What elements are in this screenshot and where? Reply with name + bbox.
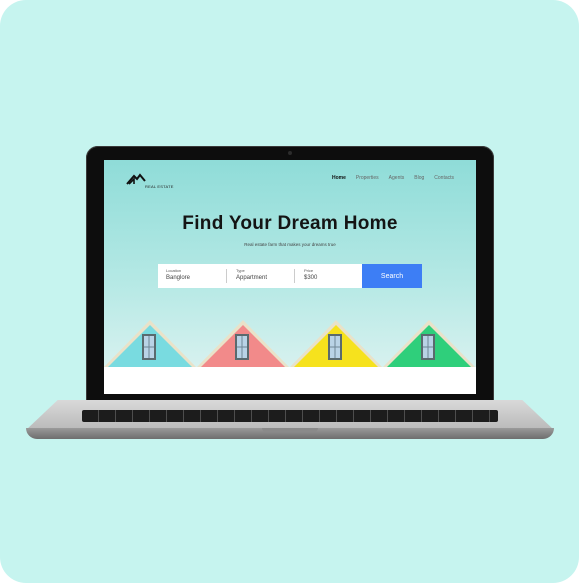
house-logo-icon — [126, 173, 146, 185]
nav-item-home[interactable]: Home — [332, 175, 346, 181]
house-roof-icon — [104, 320, 196, 367]
location-value: Banglore — [166, 275, 191, 281]
logo-text: REAL ESTATE — [145, 184, 174, 189]
price-label: Price — [304, 268, 314, 273]
content-area — [104, 367, 476, 394]
laptop-notch — [262, 428, 318, 432]
nav-item-blog[interactable]: Blog — [414, 175, 424, 181]
type-value: Appartment — [236, 275, 268, 281]
price-value: $300 — [304, 275, 318, 281]
search-bar: Location Banglore Type Appartment Price … — [158, 264, 362, 288]
house-roof-icon — [197, 320, 289, 367]
site-logo[interactable]: REAL ESTATE — [126, 170, 186, 194]
field-divider — [294, 269, 295, 283]
webcam-icon — [288, 151, 292, 155]
background-canvas: REAL ESTATE Home Properties Agents Blog … — [0, 0, 579, 583]
search-button[interactable]: Search — [362, 264, 422, 288]
nav-item-agents[interactable]: Agents — [389, 175, 405, 181]
house-roof-icon — [290, 320, 382, 367]
field-divider — [226, 269, 227, 283]
house-roof-icon — [383, 320, 475, 367]
price-field[interactable]: Price $300 — [304, 268, 356, 284]
keyboard — [82, 410, 498, 422]
hero-title: Find Your Dream Home — [182, 213, 398, 234]
hero-subtitle: Real estate farm that makes your dreams … — [244, 242, 336, 247]
laptop-screen: REAL ESTATE Home Properties Agents Blog … — [104, 160, 476, 394]
location-label: Location — [166, 268, 182, 273]
houses-illustration — [104, 320, 475, 367]
type-field[interactable]: Type Appartment — [236, 268, 294, 284]
nav-item-contacts[interactable]: Contacts — [434, 175, 454, 181]
main-nav: Home Properties Agents Blog Contacts — [332, 175, 454, 181]
nav-item-properties[interactable]: Properties — [356, 175, 379, 181]
laptop-base — [26, 400, 554, 440]
type-label: Type — [236, 268, 245, 273]
hero-section: REAL ESTATE Home Properties Agents Blog … — [104, 160, 476, 367]
location-field[interactable]: Location Banglore — [166, 268, 224, 284]
